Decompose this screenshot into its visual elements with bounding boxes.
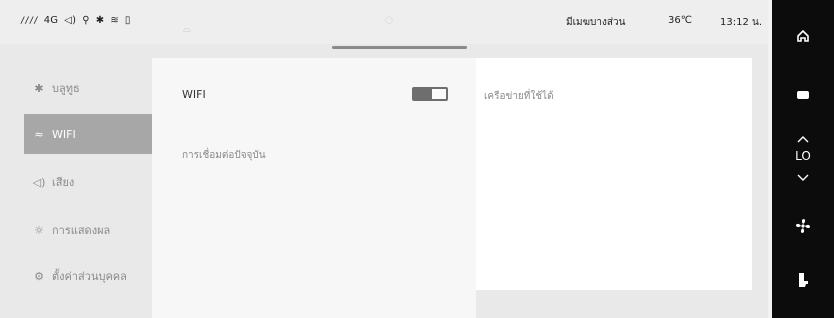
climate-level: LO: [795, 149, 811, 163]
home-icon: [797, 29, 809, 42]
status-icons: //// 4G ◁) ⚲ ✱ ≋ ▯: [20, 15, 131, 26]
wifi-icon: ≈: [34, 127, 44, 141]
weather-text: มีเมฆบางส่วน: [566, 17, 626, 28]
usb-icon: ⚲: [82, 14, 90, 26]
sidebar-item-personal[interactable]: ⚙ ตั้งค่าส่วนบุคคล: [24, 256, 152, 296]
fan-icon: [796, 219, 810, 233]
home-button[interactable]: [772, 28, 834, 47]
personal-settings-icon: ⚙: [34, 269, 44, 283]
chevron-up-icon: [797, 136, 809, 143]
current-connection-label: การเชื่อมต่อปัจจุบัน: [182, 150, 266, 161]
assistant-icon: ◯: [385, 16, 393, 24]
display-button[interactable]: [772, 86, 834, 105]
sidebar-item-label: WIFI: [52, 127, 76, 141]
wifi-icon: ≋: [110, 14, 119, 26]
temp-up-button[interactable]: [772, 128, 834, 147]
settings-screen: //// 4G ◁) ⚲ ✱ ≋ ▯ ⌓ ◯ มีเมฆบางส่วน 36℃ …: [0, 0, 772, 318]
pull-down-handle[interactable]: [332, 46, 467, 49]
sidebar-item-bluetooth[interactable]: ✱ บลูทูธ: [24, 68, 152, 108]
clock: 13:12 น.: [720, 17, 763, 28]
settings-sidebar: ✱ บลูทูธ ≈ WIFI ◁) เสียง ☼ การแสดงผล ⚙ ต…: [0, 58, 152, 318]
sidebar-item-label: เสียง: [52, 176, 75, 189]
wifi-toggle[interactable]: [412, 87, 448, 101]
temperature: 36℃: [668, 15, 692, 26]
sidebar-item-wifi[interactable]: ≈ WIFI: [24, 114, 152, 154]
climate-rail: LO: [772, 0, 834, 318]
toggle-knob: [432, 89, 446, 99]
seat-icon: [799, 273, 808, 287]
available-networks-label: เครือข่ายที่ใช้ได้: [484, 91, 554, 102]
status-bar: //// 4G ◁) ⚲ ✱ ≋ ▯ ⌓ ◯ มีเมฆบางส่วน 36℃ …: [0, 0, 772, 44]
bluetooth-icon: ✱: [34, 81, 44, 95]
seat-button[interactable]: [772, 272, 834, 292]
wifi-label: WIFI: [182, 88, 206, 101]
sidebar-item-sound[interactable]: ◁) เสียง: [24, 162, 152, 202]
brightness-icon: ☼: [34, 223, 44, 237]
sidebar-item-label: ตั้งค่าส่วนบุคคล: [52, 270, 127, 283]
speaker-icon: ◁): [64, 14, 77, 26]
sidebar-item-label: บลูทูธ: [52, 82, 80, 95]
network-type: 4G: [43, 15, 59, 26]
fan-button[interactable]: [772, 218, 834, 238]
chevron-down-icon: [797, 174, 809, 181]
ac-display-icon: [797, 91, 809, 99]
bluetooth-icon: ✱: [95, 14, 105, 26]
temp-down-button[interactable]: [772, 167, 834, 186]
speaker-icon: ◁): [32, 175, 46, 189]
sidebar-item-display[interactable]: ☼ การแสดงผล: [24, 210, 152, 250]
phone-icon: ▯: [124, 14, 131, 26]
car-icon: ⌓: [183, 24, 191, 35]
signal-strength: ////: [20, 15, 39, 26]
sidebar-item-label: การแสดงผล: [52, 224, 111, 237]
